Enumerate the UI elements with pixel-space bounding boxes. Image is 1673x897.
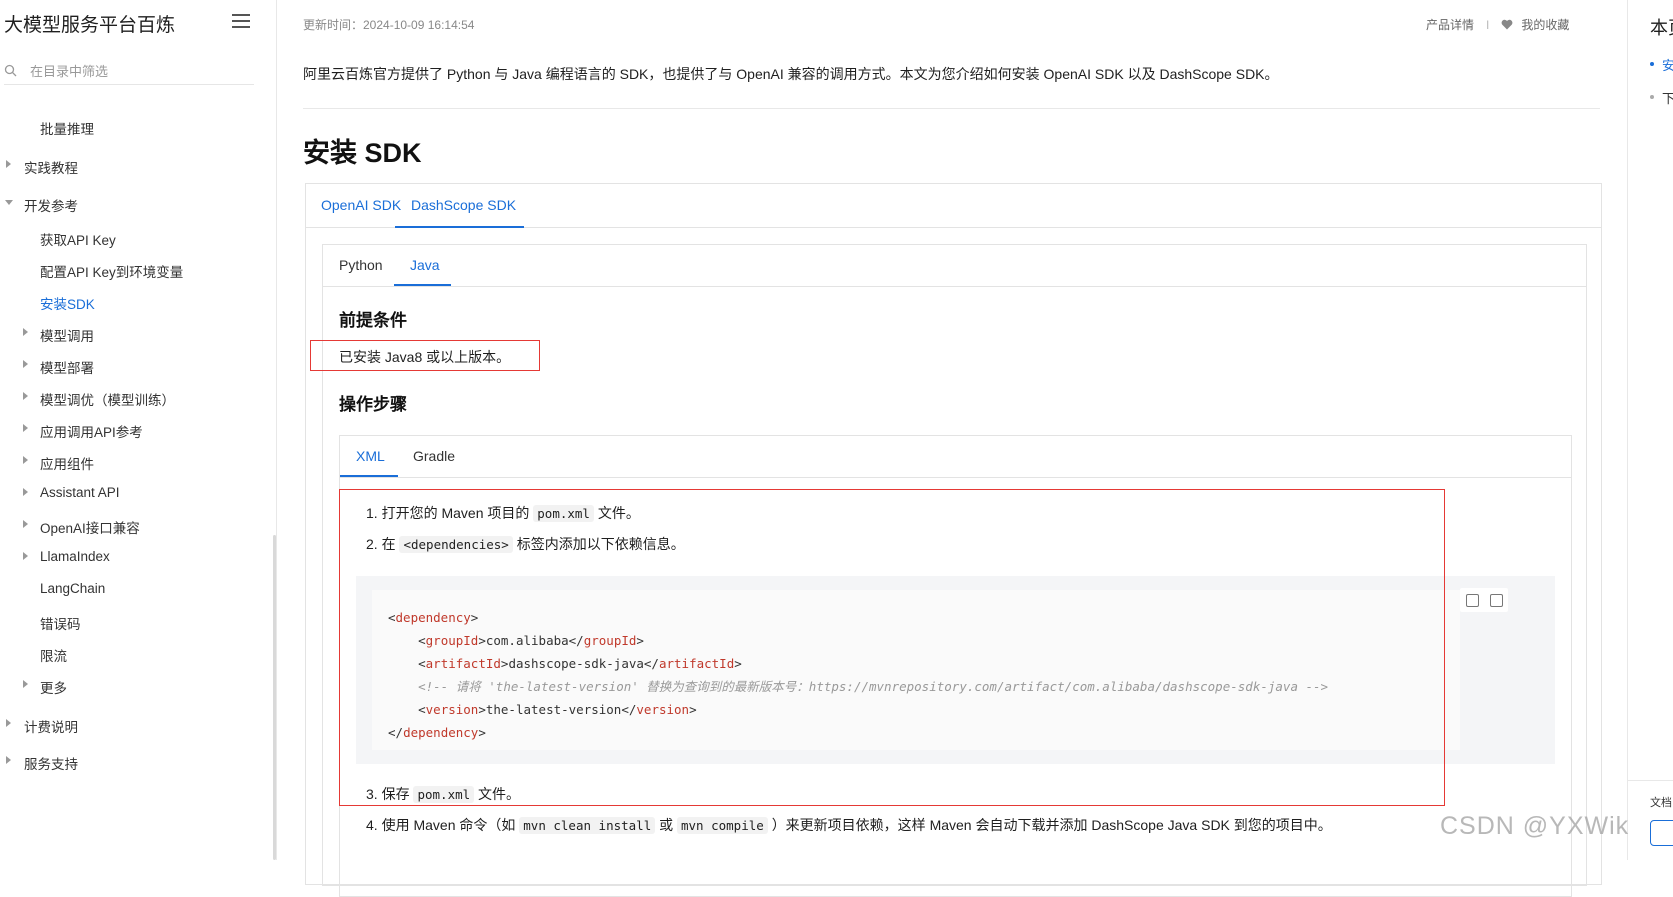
chevron-right-icon[interactable] <box>23 680 28 688</box>
toc-item-install[interactable]: 安 <box>1662 55 1673 74</box>
nav-item-config-api-key[interactable]: 配置API Key到环境变量 <box>40 261 183 281</box>
divider <box>1628 780 1673 781</box>
nav-item-support[interactable]: 服务支持 <box>24 753 78 773</box>
tab-python[interactable]: Python <box>323 245 399 285</box>
toc-item-download[interactable]: 下 <box>1662 88 1673 107</box>
nav-item-rate-limit[interactable]: 限流 <box>40 645 67 665</box>
language-tabs: Python Java <box>323 245 1586 287</box>
nav-item-model-deployment[interactable]: 模型部署 <box>40 357 94 377</box>
tab-java[interactable]: Java <box>394 245 451 286</box>
tab-xml[interactable]: XML <box>340 436 398 477</box>
nav-item-app-api-reference[interactable]: 应用调用API参考 <box>40 421 143 441</box>
doc-label: 文档 <box>1650 797 1672 809</box>
sdk-tabs: OpenAI SDK DashScope SDK <box>306 184 1601 228</box>
inline-code: mvn clean install <box>519 817 656 834</box>
nav-item-more[interactable]: 更多 <box>40 677 67 697</box>
prereq-heading: 前提条件 <box>339 311 407 330</box>
step-text: 使用 Maven 命令（如 <box>381 817 516 833</box>
nav-item-llamaindex[interactable]: LlamaIndex <box>40 549 110 564</box>
chevron-right-icon[interactable] <box>23 392 28 400</box>
step-text: ）来更新项目依赖，这样 Maven 会自动下载并添加 DashScope Jav… <box>771 817 1332 833</box>
step-4: 4. 使用 Maven 命令（如 mvn clean install 或 mvn… <box>366 815 1332 835</box>
chevron-right-icon[interactable] <box>23 552 28 560</box>
build-tabs: XML Gradle <box>340 436 1571 478</box>
nav-item-app-components[interactable]: 应用组件 <box>40 453 94 473</box>
sidebar: 大模型服务平台百炼 批量推理 实践教程 开发参考 获取API Key 配置API… <box>0 0 277 860</box>
chevron-down-icon[interactable] <box>5 200 13 205</box>
inline-code: mvn compile <box>677 817 768 834</box>
doc-search-button[interactable] <box>1650 820 1673 846</box>
favorites-link[interactable]: 我的收藏 <box>1521 16 1569 33</box>
sidebar-search[interactable] <box>4 58 254 85</box>
copy-icon[interactable] <box>1489 593 1503 607</box>
nav-item-error-codes[interactable]: 错误码 <box>40 613 81 633</box>
sidebar-title: 大模型服务平台百炼 <box>4 15 176 36</box>
nav-item-batch-inference[interactable]: 批量推理 <box>40 118 94 138</box>
code-toolbar <box>1460 588 1508 612</box>
search-icon <box>4 64 17 77</box>
nav-item-langchain[interactable]: LangChain <box>40 581 105 596</box>
annotation-box <box>339 489 1445 806</box>
page-title: 安装 SDK <box>303 138 422 168</box>
watermark: CSDN @YXWik <box>1440 812 1630 840</box>
nav-item-tutorials[interactable]: 实践教程 <box>24 157 78 177</box>
chevron-right-icon[interactable] <box>23 456 28 464</box>
nav-item-dev-reference[interactable]: 开发参考 <box>24 195 78 215</box>
tab-dashscope-sdk[interactable]: DashScope SDK <box>395 184 524 228</box>
step-number: 4. <box>366 817 378 833</box>
nav-item-assistant-api[interactable]: Assistant API <box>40 485 120 500</box>
wrap-icon[interactable] <box>1465 593 1479 607</box>
chevron-right-icon[interactable] <box>6 160 11 168</box>
tab-gradle[interactable]: Gradle <box>397 436 471 476</box>
chevron-right-icon[interactable] <box>23 520 28 528</box>
step-text: 或 <box>659 817 674 833</box>
heart-icon[interactable] <box>1501 19 1513 30</box>
product-details-link[interactable]: 产品详情 <box>1426 16 1474 33</box>
top-links: 产品详情 I 我的收藏 <box>1426 16 1569 33</box>
intro-text: 阿里云百炼官方提供了 Python 与 Java 编程语言的 SDK，也提供了与… <box>303 66 1279 82</box>
nav-item-model-invocation[interactable]: 模型调用 <box>40 325 94 345</box>
toc-title: 本页 <box>1650 18 1673 38</box>
chevron-right-icon[interactable] <box>23 424 28 432</box>
prereq-text: 已安装 Java8 或以上版本。 <box>339 349 511 365</box>
chevron-right-icon[interactable] <box>6 756 11 764</box>
toc-bullet <box>1650 62 1654 66</box>
divider <box>303 108 1600 109</box>
toc-panel: 本页 安 下 文档 <box>1627 0 1673 860</box>
search-input[interactable] <box>28 62 232 80</box>
steps-heading: 操作步骤 <box>339 395 407 414</box>
nav-item-install-sdk[interactable]: 安装SDK <box>40 293 95 313</box>
nav-item-billing[interactable]: 计费说明 <box>24 716 78 736</box>
sidebar-scrollbar[interactable] <box>273 535 276 860</box>
chevron-right-icon[interactable] <box>6 719 11 727</box>
chevron-right-icon[interactable] <box>23 360 28 368</box>
updated-time: 更新时间：2024-10-09 16:14:54 <box>303 18 475 32</box>
nav-item-openai-compat[interactable]: OpenAI接口兼容 <box>40 517 140 537</box>
chevron-right-icon[interactable] <box>23 488 28 496</box>
nav-item-get-api-key[interactable]: 获取API Key <box>40 229 116 249</box>
toc-bullet <box>1650 95 1654 99</box>
menu-icon[interactable] <box>232 14 250 28</box>
chevron-right-icon[interactable] <box>23 328 28 336</box>
nav-item-model-tuning[interactable]: 模型调优（模型训练） <box>40 389 175 409</box>
separator: I <box>1486 17 1490 32</box>
